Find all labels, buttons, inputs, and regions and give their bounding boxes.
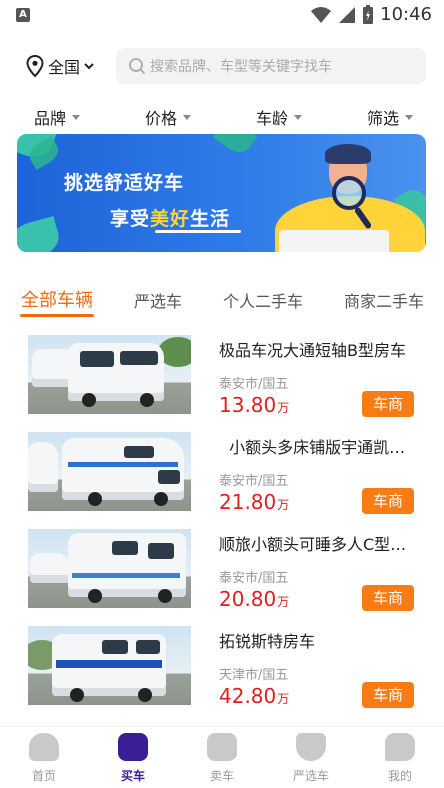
dealer-badge: 车商 <box>362 585 414 611</box>
buy-car-icon <box>118 733 148 761</box>
dropdown-caret-icon <box>72 114 81 120</box>
promo-banner[interactable]: 挑选舒适好车 享受美好生活 <box>17 134 426 252</box>
filter-price[interactable]: 价格 <box>145 105 192 129</box>
location-pin-icon <box>26 55 44 77</box>
price-value: 20.80 <box>219 587 277 611</box>
filter-brand[interactable]: 品牌 <box>34 105 81 129</box>
bottom-nav: 首页 买车 卖车 严选车 我的 <box>0 726 444 788</box>
price-value: 13.80 <box>219 393 277 417</box>
listing-price: 42.80 万 <box>219 684 289 708</box>
search-icon <box>129 58 146 75</box>
tab-indicator <box>20 314 94 317</box>
profile-icon <box>385 733 415 761</box>
banner-sub-prefix: 享受 <box>110 208 151 230</box>
chevron-down-icon <box>84 63 94 70</box>
dealer-badge: 车商 <box>362 391 414 417</box>
tab-dealer-used[interactable]: 商家二手车 <box>344 288 424 312</box>
price-unit: 万 <box>277 692 290 706</box>
search-placeholder: 搜索品牌、车型等关键字找车 <box>150 59 332 75</box>
status-right: 10:46 <box>310 4 432 25</box>
nav-buy[interactable]: 买车 <box>93 733 173 784</box>
price-value: 21.80 <box>219 490 277 514</box>
listing-price: 20.80 万 <box>219 587 289 611</box>
home-icon <box>29 733 59 761</box>
tab-all-cars[interactable]: 全部车辆 <box>21 286 93 312</box>
listing-location: 泰安市/国五 <box>219 377 289 392</box>
wifi-icon <box>311 6 332 23</box>
book-illustration <box>279 230 389 252</box>
listing-location: 泰安市/国五 <box>219 474 289 489</box>
sell-car-icon <box>207 733 237 761</box>
listing-title: 小额头多床铺版宇通凯… <box>219 438 406 457</box>
filter-age[interactable]: 车龄 <box>256 105 303 129</box>
car-thumbnail <box>28 432 191 511</box>
listing-price: 21.80 万 <box>219 490 289 514</box>
list-item[interactable]: 极品车况大通短轴B型房车 泰安市/国五 13.80 万 车商 <box>0 335 444 432</box>
banner-subheadline: 享受美好生活 <box>110 204 230 231</box>
banner-sub-highlight: 美好 <box>150 208 191 230</box>
city-selector[interactable]: 全国 <box>26 54 95 78</box>
nav-mine[interactable]: 我的 <box>360 733 440 784</box>
dealer-badge: 车商 <box>362 682 414 708</box>
nav-home-label: 首页 <box>31 769 56 783</box>
nav-selected[interactable]: 严选车 <box>271 733 351 784</box>
list-item[interactable]: 拓锐斯特房车 天津市/国五 42.80 万 车商 <box>0 626 444 723</box>
listing-title: 极品车况大通短轴B型房车 <box>219 341 406 360</box>
city-label: 全国 <box>48 58 81 77</box>
car-thumbnail <box>28 626 191 705</box>
nav-sell-label: 卖车 <box>209 769 234 783</box>
nav-buy-label: 买车 <box>120 769 145 783</box>
filter-age-label: 车龄 <box>256 109 289 128</box>
nav-sell[interactable]: 卖车 <box>182 733 262 784</box>
car-thumbnail <box>28 529 191 608</box>
price-unit: 万 <box>277 498 290 512</box>
signal-icon <box>339 6 356 23</box>
battery-icon <box>363 4 374 24</box>
filter-price-label: 价格 <box>145 109 178 128</box>
category-tabs: 全部车辆 严选车 个人二手车 商家二手车 <box>0 282 444 318</box>
price-unit: 万 <box>277 401 290 415</box>
price-value: 42.80 <box>219 684 277 708</box>
nav-selected-label: 严选车 <box>292 769 329 783</box>
search-row: 全国 搜索品牌、车型等关键字找车 <box>0 48 444 84</box>
price-unit: 万 <box>277 595 290 609</box>
listing-location: 泰安市/国五 <box>219 571 289 586</box>
dropdown-caret-icon <box>183 114 192 120</box>
listing-price: 13.80 万 <box>219 393 289 417</box>
list-item[interactable]: 小额头多床铺版宇通凯… 泰安市/国五 21.80 万 车商 <box>0 432 444 529</box>
status-time: 10:46 <box>380 4 432 25</box>
leaf-decoration <box>17 216 63 252</box>
search-input[interactable]: 搜索品牌、车型等关键字找车 <box>116 48 426 84</box>
dealer-badge: 车商 <box>362 488 414 514</box>
car-thumbnail <box>28 335 191 414</box>
dropdown-caret-icon <box>294 114 303 120</box>
tab-selected-cars[interactable]: 严选车 <box>134 288 182 312</box>
nav-home[interactable]: 首页 <box>4 733 84 784</box>
listing-title: 顺旅小额头可睡多人C型… <box>219 535 407 554</box>
filter-more-label: 筛选 <box>367 109 400 128</box>
list-item[interactable]: 顺旅小额头可睡多人C型… 泰安市/国五 20.80 万 车商 <box>0 529 444 626</box>
person-hair <box>325 144 371 164</box>
tab-private-used[interactable]: 个人二手车 <box>223 288 303 312</box>
banner-headline: 挑选舒适好车 <box>64 172 185 194</box>
banner-underline <box>155 230 241 233</box>
filter-bar: 品牌 价格 车龄 筛选 <box>0 102 444 130</box>
filter-more[interactable]: 筛选 <box>367 105 414 129</box>
filter-brand-label: 品牌 <box>34 109 67 128</box>
notification-icon: A <box>16 8 30 22</box>
diamond-icon <box>296 733 326 761</box>
listing-title: 拓锐斯特房车 <box>219 632 316 651</box>
banner-sub-suffix: 生活 <box>190 208 231 230</box>
leaf-decoration <box>212 134 258 158</box>
nav-mine-label: 我的 <box>387 769 412 783</box>
dropdown-caret-icon <box>405 114 414 120</box>
magnifier-icon <box>332 176 366 210</box>
status-bar: A 10:46 <box>0 0 444 32</box>
listing-location: 天津市/国五 <box>219 668 289 683</box>
